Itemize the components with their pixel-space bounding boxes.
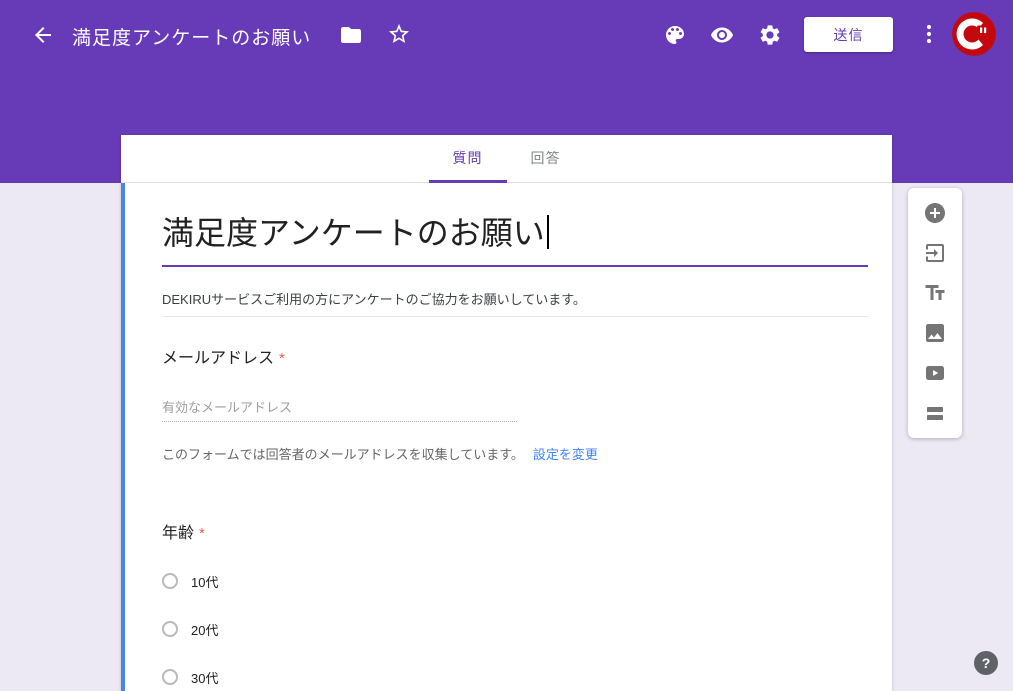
video-icon	[923, 361, 947, 385]
form-content: 満足度アンケートのお願い DEKIRUサービスご利用の方にアンケートのご協力をお…	[121, 214, 892, 691]
radio-option[interactable]: 30代	[162, 667, 868, 687]
tab-responses[interactable]: 回答	[507, 135, 585, 182]
add-question-button[interactable]	[923, 201, 947, 225]
more-options-button[interactable]	[917, 22, 941, 46]
radio-option-label: 20代	[191, 620, 218, 639]
account-avatar[interactable]	[952, 12, 996, 56]
title-underline	[162, 265, 868, 267]
preview-button[interactable]	[710, 23, 734, 47]
text-caret	[547, 215, 549, 249]
text-fields-icon	[923, 281, 947, 305]
tab-bar: 質問 回答	[121, 135, 892, 183]
back-button[interactable]	[31, 23, 55, 47]
top-app-bar: 満足度アンケートのお願い 送信	[0, 0, 1013, 68]
age-options: 10代 20代 30代 40代	[162, 571, 868, 691]
question-toolbar	[908, 188, 962, 438]
form-description[interactable]: DEKIRUサービスご利用の方にアンケートのご協力をお願いしています。	[162, 289, 868, 317]
add-section-button[interactable]	[923, 401, 947, 425]
settings-button[interactable]	[758, 23, 782, 47]
radio-option[interactable]: 20代	[162, 619, 868, 639]
tab-questions[interactable]: 質問	[429, 135, 507, 182]
send-button[interactable]: 送信	[804, 17, 893, 52]
add-title-text-button[interactable]	[923, 281, 947, 305]
import-questions-button[interactable]	[923, 241, 947, 265]
age-question-label: 年齢 *	[162, 519, 868, 543]
radio-button-icon[interactable]	[162, 621, 178, 637]
image-icon	[923, 321, 947, 345]
form-title-input[interactable]: 満足度アンケートのお願い	[162, 214, 868, 252]
import-questions-icon	[923, 241, 947, 265]
required-asterisk: *	[279, 350, 285, 367]
arrow-back-icon	[31, 23, 55, 47]
email-question-label: メールアドレス *	[162, 344, 868, 368]
palette-icon	[663, 23, 687, 47]
help-button[interactable]: ?	[974, 651, 998, 675]
star-outline-icon	[387, 22, 411, 46]
section-icon	[923, 401, 947, 425]
add-image-button[interactable]	[923, 321, 947, 345]
radio-option-label: 10代	[191, 572, 218, 591]
move-to-folder-button[interactable]	[339, 23, 363, 47]
email-collect-note: このフォームでは回答者のメールアドレスを収集しています。設定を変更	[162, 444, 868, 463]
help-icon: ?	[982, 655, 991, 671]
kebab-menu-icon	[917, 22, 941, 46]
theme-palette-button[interactable]	[663, 23, 687, 47]
change-settings-link[interactable]: 設定を変更	[533, 447, 598, 462]
add-circle-icon	[923, 201, 947, 225]
required-asterisk: *	[199, 525, 205, 542]
radio-button-icon[interactable]	[162, 573, 178, 589]
email-label-text: メールアドレス	[162, 350, 274, 367]
collect-note-text: このフォームでは回答者のメールアドレスを収集しています。	[162, 447, 524, 462]
radio-button-icon[interactable]	[162, 669, 178, 685]
age-question[interactable]: 年齢 * 10代 20代 30代	[162, 519, 868, 691]
add-video-button[interactable]	[923, 361, 947, 385]
star-button[interactable]	[387, 22, 411, 46]
email-question[interactable]: メールアドレス * 有効なメールアドレス このフォームでは回答者のメールアドレスを…	[162, 344, 868, 463]
folder-icon	[339, 23, 363, 47]
form-title-text: 満足度アンケートのお願い	[162, 215, 545, 251]
form-card: 質問 回答 満足度アンケートのお願い DEKIRUサービスご利用の方にアンケート…	[121, 135, 892, 691]
radio-option-label: 30代	[191, 668, 218, 687]
email-input-placeholder: 有効なメールアドレス	[162, 397, 517, 422]
selected-card-indicator	[121, 183, 125, 691]
document-title[interactable]: 満足度アンケートのお願い	[72, 23, 311, 50]
radio-option[interactable]: 10代	[162, 571, 868, 591]
gear-icon	[758, 23, 782, 47]
avatar-logo-icon	[952, 12, 996, 56]
age-label-text: 年齢	[162, 525, 194, 542]
eye-icon	[710, 23, 734, 47]
